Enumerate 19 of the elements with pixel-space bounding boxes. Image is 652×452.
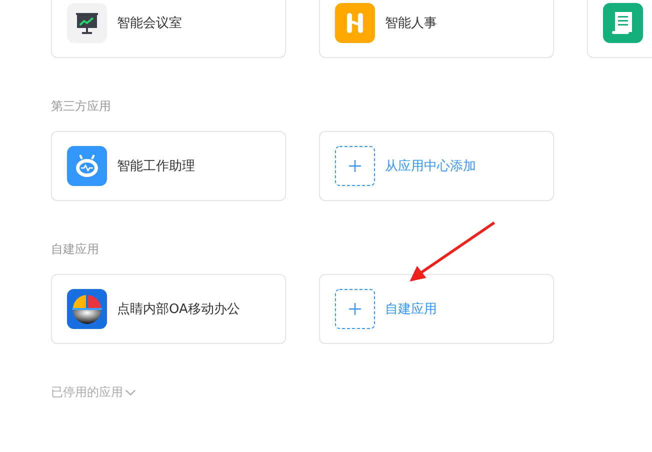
app-card[interactable]: 智能人事	[319, 0, 554, 58]
add-link: 自建应用	[385, 301, 437, 318]
app-card[interactable]: 智能工作助理	[51, 131, 286, 201]
robot-icon	[67, 146, 107, 186]
app-name: 智能人事	[385, 15, 437, 32]
add-icon	[335, 146, 375, 186]
presentation-icon	[67, 3, 107, 43]
app-name: 点睛内部OA移动办公	[117, 301, 240, 318]
add-link: 从应用中心添加	[385, 158, 476, 175]
add-icon	[335, 289, 375, 329]
section-title: 第三方应用	[51, 99, 112, 113]
h-logo-icon	[335, 3, 375, 43]
document-icon	[603, 3, 643, 43]
section-title: 自建应用	[51, 242, 100, 256]
app-name: 智能工作助理	[117, 158, 195, 175]
app-name: 智能会议室	[117, 15, 182, 32]
app-logo-icon	[67, 289, 107, 329]
app-card[interactable]: 智能会议室	[51, 0, 286, 58]
app-card[interactable]: 点睛内部OA移动办公	[51, 274, 286, 344]
